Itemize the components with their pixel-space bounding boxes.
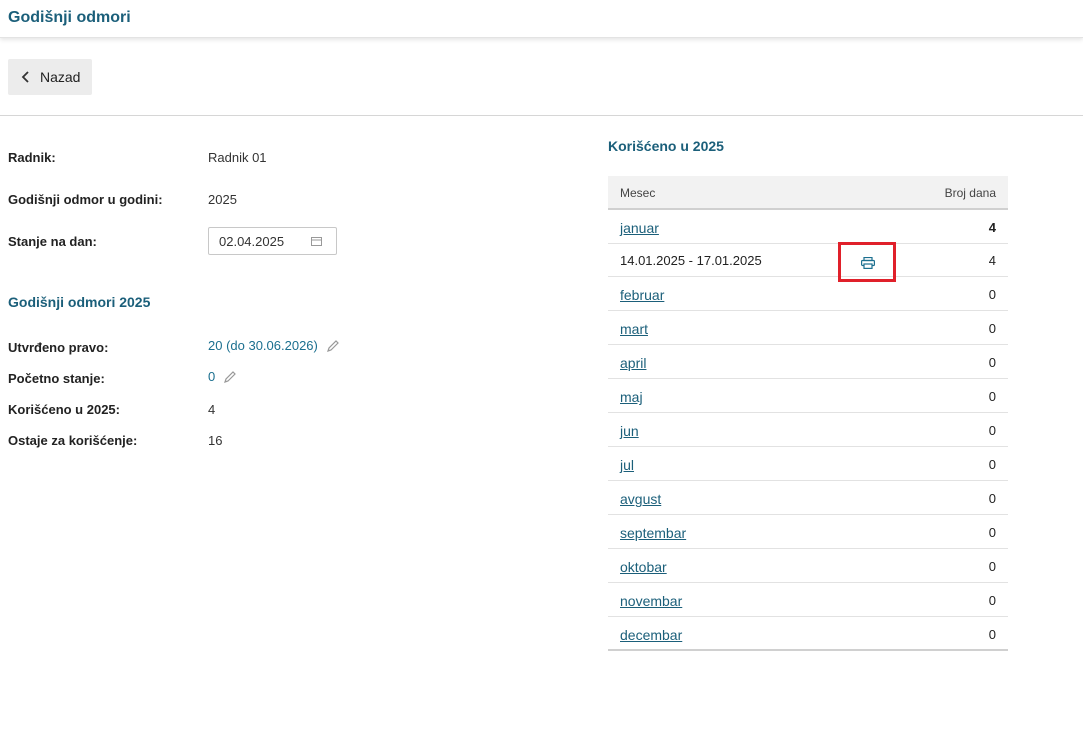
table-row: jul 0 — [608, 447, 1008, 481]
days-value: 0 — [988, 593, 996, 608]
month-link[interactable]: septembar — [620, 525, 686, 541]
month-link[interactable]: maj — [620, 389, 643, 405]
month-link[interactable]: januar — [620, 220, 659, 236]
period-range: 14.01.2025 - 17.01.2025 — [620, 253, 762, 268]
month-link[interactable]: februar — [620, 287, 664, 303]
days-value: 0 — [988, 355, 996, 370]
used-value: 4 — [208, 402, 216, 417]
table-row: novembar 0 — [608, 583, 1008, 617]
table-row: april 0 — [608, 345, 1008, 379]
chevron-left-icon — [21, 71, 29, 83]
month-link[interactable]: avgust — [620, 491, 661, 507]
table-row: maj 0 — [608, 379, 1008, 413]
entitlement-value[interactable]: 20 (do 30.06.2026) — [208, 338, 340, 353]
days-value: 0 — [988, 457, 996, 472]
used-label: Korišćeno u 2025: — [8, 402, 120, 417]
days-value: 0 — [988, 287, 996, 302]
days-value: 0 — [988, 491, 996, 506]
table-row: oktobar 0 — [608, 549, 1008, 583]
page-title: Godišnji odmori — [8, 9, 131, 26]
back-button-label: Nazad — [40, 69, 81, 85]
table-row: decembar 0 — [608, 617, 1008, 651]
days-value: 4 — [988, 220, 996, 235]
app-header: Godišnji odmori — [0, 0, 1083, 38]
entitlement-label: Utvrđeno pravo: — [8, 340, 109, 355]
days-value: 0 — [988, 627, 996, 642]
month-link[interactable]: mart — [620, 321, 648, 337]
days-value: 0 — [988, 525, 996, 540]
printer-icon[interactable] — [861, 257, 875, 269]
table-header: Mesec Broj dana — [608, 176, 1008, 210]
days-value: 0 — [988, 423, 996, 438]
column-header-days: Broj dana — [944, 186, 996, 200]
summary-title: Godišnji odmori 2025 — [8, 294, 151, 310]
pencil-icon[interactable] — [223, 370, 237, 384]
used-table-title: Korišćeno u 2025 — [608, 138, 724, 154]
days-value: 0 — [988, 389, 996, 404]
period-days: 4 — [988, 253, 996, 268]
table-row: januar 4 — [608, 210, 1008, 244]
employee-value: Radnik 01 — [208, 150, 267, 165]
period-row: 14.01.2025 - 17.01.2025 4 — [608, 242, 1008, 282]
table-row: jun 0 — [608, 413, 1008, 447]
month-link[interactable]: jul — [620, 457, 634, 473]
table-row: mart 0 — [608, 311, 1008, 345]
highlight-box — [838, 242, 896, 282]
table-row: avgust 0 — [608, 481, 1008, 515]
year-label: Godišnji odmor u godini: — [8, 192, 163, 207]
initial-value[interactable]: 0 — [208, 369, 237, 384]
remaining-value: 16 — [208, 433, 223, 448]
initial-label: Početno stanje: — [8, 371, 105, 386]
back-button[interactable]: Nazad — [8, 59, 92, 95]
year-value: 2025 — [208, 192, 237, 207]
days-value: 0 — [988, 321, 996, 336]
month-link[interactable]: decembar — [620, 627, 682, 643]
calendar-icon[interactable] — [311, 237, 322, 246]
pencil-icon[interactable] — [326, 339, 340, 353]
month-link[interactable]: jun — [620, 423, 639, 439]
initial-value-text: 0 — [208, 369, 216, 384]
used-table: Mesec Broj dana januar 4 14.01.2025 - 17… — [608, 176, 1008, 651]
table-row: februar 0 — [608, 277, 1008, 311]
days-value: 0 — [988, 559, 996, 574]
table-row: septembar 0 — [608, 515, 1008, 549]
month-link[interactable]: oktobar — [620, 559, 667, 575]
entitlement-value-text: 20 (do 30.06.2026) — [208, 338, 318, 353]
column-header-month: Mesec — [620, 186, 656, 200]
date-input-value: 02.04.2025 — [219, 233, 285, 249]
date-label: Stanje na dan: — [8, 234, 97, 249]
toolbar: Nazad — [0, 39, 1083, 116]
remaining-label: Ostaje za korišćenje: — [8, 433, 138, 448]
month-link[interactable]: april — [620, 355, 646, 371]
month-link[interactable]: novembar — [620, 593, 682, 609]
employee-label: Radnik: — [8, 150, 56, 165]
date-input[interactable]: 02.04.2025 — [208, 227, 337, 255]
